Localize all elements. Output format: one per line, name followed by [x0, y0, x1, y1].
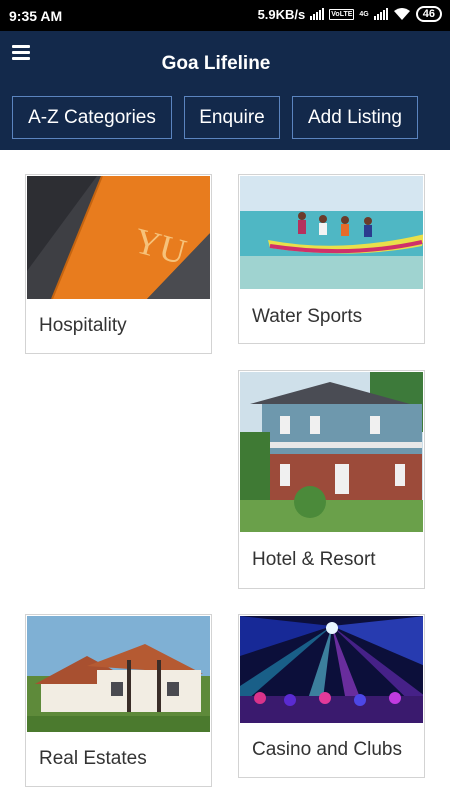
category-label: Hospitality	[39, 315, 127, 336]
category-card-hotel-resort[interactable]: Hotel & Resort	[238, 370, 425, 589]
category-label: Water Sports	[252, 306, 363, 327]
status-bar: 9:35 AM 5.9KB/s VoLTE 4G 46	[0, 0, 450, 31]
real-estates-image	[27, 616, 210, 732]
signal-icon-2	[373, 8, 388, 20]
page-title: Goa Lifeline	[161, 53, 271, 74]
category-label: Real Estates	[39, 748, 147, 769]
wifi-icon	[393, 7, 411, 21]
category-label: Hotel & Resort	[252, 549, 376, 570]
volte-badge: VoLTE	[329, 8, 355, 20]
network-type: 4G	[359, 10, 369, 18]
battery-icon: 46	[415, 6, 442, 22]
casino-clubs-image	[240, 616, 423, 723]
hospitality-image: YU	[27, 176, 210, 299]
category-card-casino-clubs[interactable]: Casino and Clubs	[238, 614, 425, 778]
category-card-hospitality[interactable]: YU Hospitality	[25, 174, 212, 354]
enquire-button[interactable]: Enquire	[184, 96, 280, 139]
signal-icon	[310, 8, 325, 20]
category-label: Casino and Clubs	[252, 739, 402, 760]
water-sports-image	[240, 176, 423, 289]
category-card-real-estates[interactable]: Real Estates	[25, 614, 212, 787]
status-time: 9:35 AM	[9, 8, 63, 24]
network-speed: 5.9KB/s	[257, 6, 306, 22]
add-listing-button[interactable]: Add Listing	[292, 96, 418, 139]
status-icons: 5.9KB/s VoLTE 4G 46	[258, 6, 442, 22]
category-card-water-sports[interactable]: Water Sports	[238, 174, 425, 344]
app-bar: Goa Lifeline A-Z Categories Enquire Add …	[0, 31, 450, 150]
hotel-resort-image	[240, 372, 423, 532]
a-z-categories-button[interactable]: A-Z Categories	[12, 96, 172, 139]
